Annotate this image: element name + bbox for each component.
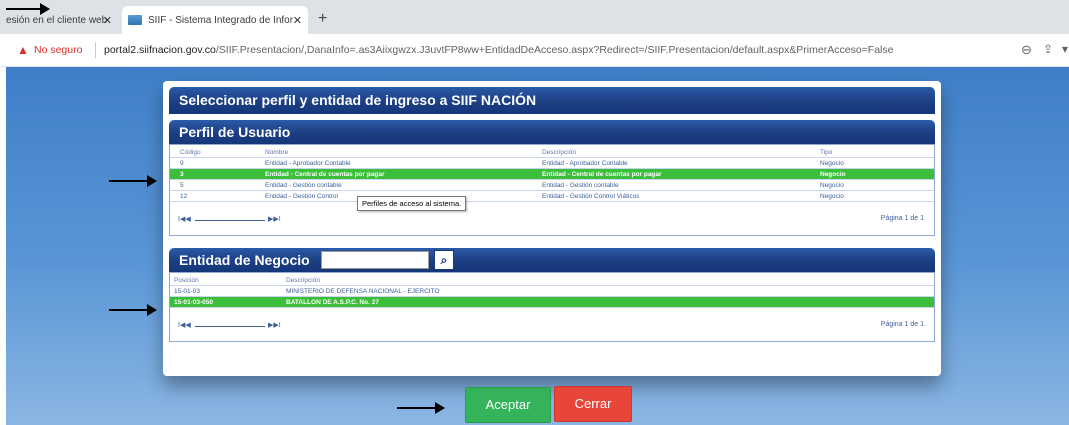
browser-tab-siif[interactable]: SIIF - Sistema Integrado de Infor ✕ <box>122 6 308 34</box>
selection-dialog: Seleccionar perfil y entidad de ingreso … <box>163 81 941 376</box>
annotation-arrow <box>6 3 50 15</box>
cell-description: Entidad - Central de cuentas por pagar <box>542 171 662 178</box>
page-info: Página 1 de 1 <box>880 321 924 328</box>
address-bar: ▲ No seguro portal2.siifnacion.gov.co/SI… <box>0 34 1069 67</box>
cell-description: Entidad - Aprobador Contable <box>542 160 628 167</box>
annotation-arrow <box>109 304 157 316</box>
cell-description: Entidad - Gestión Control Viáticos <box>542 193 640 200</box>
cell-type: Negocio <box>820 193 844 200</box>
entity-grid: Posición Descripción 15-01-03 MINISTERIO… <box>169 272 935 342</box>
column-header-description: Descripción <box>286 277 320 284</box>
column-header-position: Posición <box>174 277 199 284</box>
table-row[interactable]: 15-01-03 MINISTERIO DE DEFENSA NACIONAL … <box>170 286 934 297</box>
tab-title: esión en el cliente web <box>6 14 108 26</box>
cell-description: BATALLON DE A.S.P.C. No. 27 <box>286 299 379 306</box>
pager-slider[interactable] <box>195 220 265 221</box>
profile-grid: Código Nombre Descripción Tipo 9 Entidad… <box>169 144 935 236</box>
share-icon[interactable]: ⇪ <box>1043 42 1053 56</box>
last-page-icon[interactable]: ▶▶I <box>268 321 281 329</box>
profile-pager: I◀◀ ▶▶I Página 1 de 1 <box>170 211 934 229</box>
cell-type: Negocio <box>820 182 844 189</box>
zoom-icon[interactable]: ⊖ <box>1021 42 1032 58</box>
url-path: /SIIF.Presentacion/,DanaInfo=.as3Aiixgwz… <box>215 44 894 56</box>
table-row[interactable]: 9 Entidad - Aprobador Contable Entidad -… <box>170 158 934 169</box>
search-icon[interactable]: ⌕ <box>434 250 454 270</box>
security-label[interactable]: No seguro <box>34 44 82 56</box>
cell-position: 15-01-03 <box>174 288 201 295</box>
first-page-icon[interactable]: I◀◀ <box>178 215 191 223</box>
cell-name: Entidad - Central de cuentas por pagar <box>265 171 385 178</box>
cell-type: Negocio <box>820 171 846 178</box>
new-tab-button[interactable]: + <box>318 10 327 28</box>
browser-tab-bar: esión en el cliente web ✕ SIIF - Sistema… <box>0 0 1069 34</box>
dialog-title: Seleccionar perfil y entidad de ingreso … <box>169 87 935 114</box>
entity-section-label: Entidad de Negocio <box>179 252 310 268</box>
more-icon[interactable]: ▾ <box>1062 42 1068 56</box>
cell-code: 5 <box>180 182 184 189</box>
favicon-icon <box>128 15 142 25</box>
cell-position: 15-01-03-050 <box>174 299 214 306</box>
page-info: Página 1 de 1 <box>880 215 924 222</box>
table-row[interactable]: 12 Entidad - Gestión Control Entidad - G… <box>170 191 934 202</box>
first-page-icon[interactable]: I◀◀ <box>178 321 191 329</box>
url-host: portal2.siifnacion.gov.co <box>104 44 216 56</box>
tab-title: SIIF - Sistema Integrado de Infor <box>148 14 294 26</box>
table-row-selected[interactable]: 3 Entidad - Central de cuentas por pagar… <box>170 169 934 180</box>
close-tab-icon[interactable]: ✕ <box>103 14 112 27</box>
cell-description: Entidad - Gestión contable <box>542 182 619 189</box>
pager-slider[interactable] <box>195 326 265 327</box>
divider <box>95 42 96 58</box>
cell-name: Entidad - Aprobador Contable <box>265 160 351 167</box>
accept-button[interactable]: Aceptar <box>465 387 551 423</box>
url-field[interactable]: portal2.siifnacion.gov.co/SIIF.Presentac… <box>104 44 893 56</box>
entity-pager: I◀◀ ▶▶I Página 1 de 1 <box>170 317 934 335</box>
close-tab-icon[interactable]: ✕ <box>293 14 302 27</box>
page-background: Seleccionar perfil y entidad de ingreso … <box>6 67 1069 425</box>
annotation-arrow <box>109 175 157 187</box>
cell-code: 9 <box>180 160 184 167</box>
table-row-selected[interactable]: 15-01-03-050 BATALLON DE A.S.P.C. No. 27 <box>170 297 934 308</box>
tooltip: Perfiles de acceso al sistema. <box>357 196 467 211</box>
column-header-name: Nombre <box>265 149 289 156</box>
cell-code: 12 <box>180 193 188 200</box>
warning-icon[interactable]: ▲ <box>17 43 29 57</box>
profile-section-title: Perfil de Usuario <box>169 120 935 144</box>
cell-code: 3 <box>180 171 184 178</box>
entity-header-row: Posición Descripción <box>170 275 934 286</box>
profile-header-row: Código Nombre Descripción Tipo <box>170 147 934 158</box>
entity-section-title: Entidad de Negocio ⌕ <box>169 248 935 272</box>
last-page-icon[interactable]: ▶▶I <box>268 215 281 223</box>
cell-name: Entidad - Gestión contable <box>265 182 342 189</box>
cell-description: MINISTERIO DE DEFENSA NACIONAL - EJERCIT… <box>286 288 440 295</box>
annotation-arrow <box>397 402 445 414</box>
column-header-description: Descripción <box>542 149 576 156</box>
column-header-code: Código <box>180 149 201 156</box>
close-button[interactable]: Cerrar <box>554 386 632 422</box>
cell-name: Entidad - Gestión Control <box>265 193 338 200</box>
table-row[interactable]: 5 Entidad - Gestión contable Entidad - G… <box>170 180 934 191</box>
column-header-type: Tipo <box>820 149 833 156</box>
entity-search-input[interactable] <box>321 251 429 269</box>
cell-type: Negocio <box>820 160 844 167</box>
browser-tab-session[interactable]: esión en el cliente web ✕ <box>0 6 118 34</box>
